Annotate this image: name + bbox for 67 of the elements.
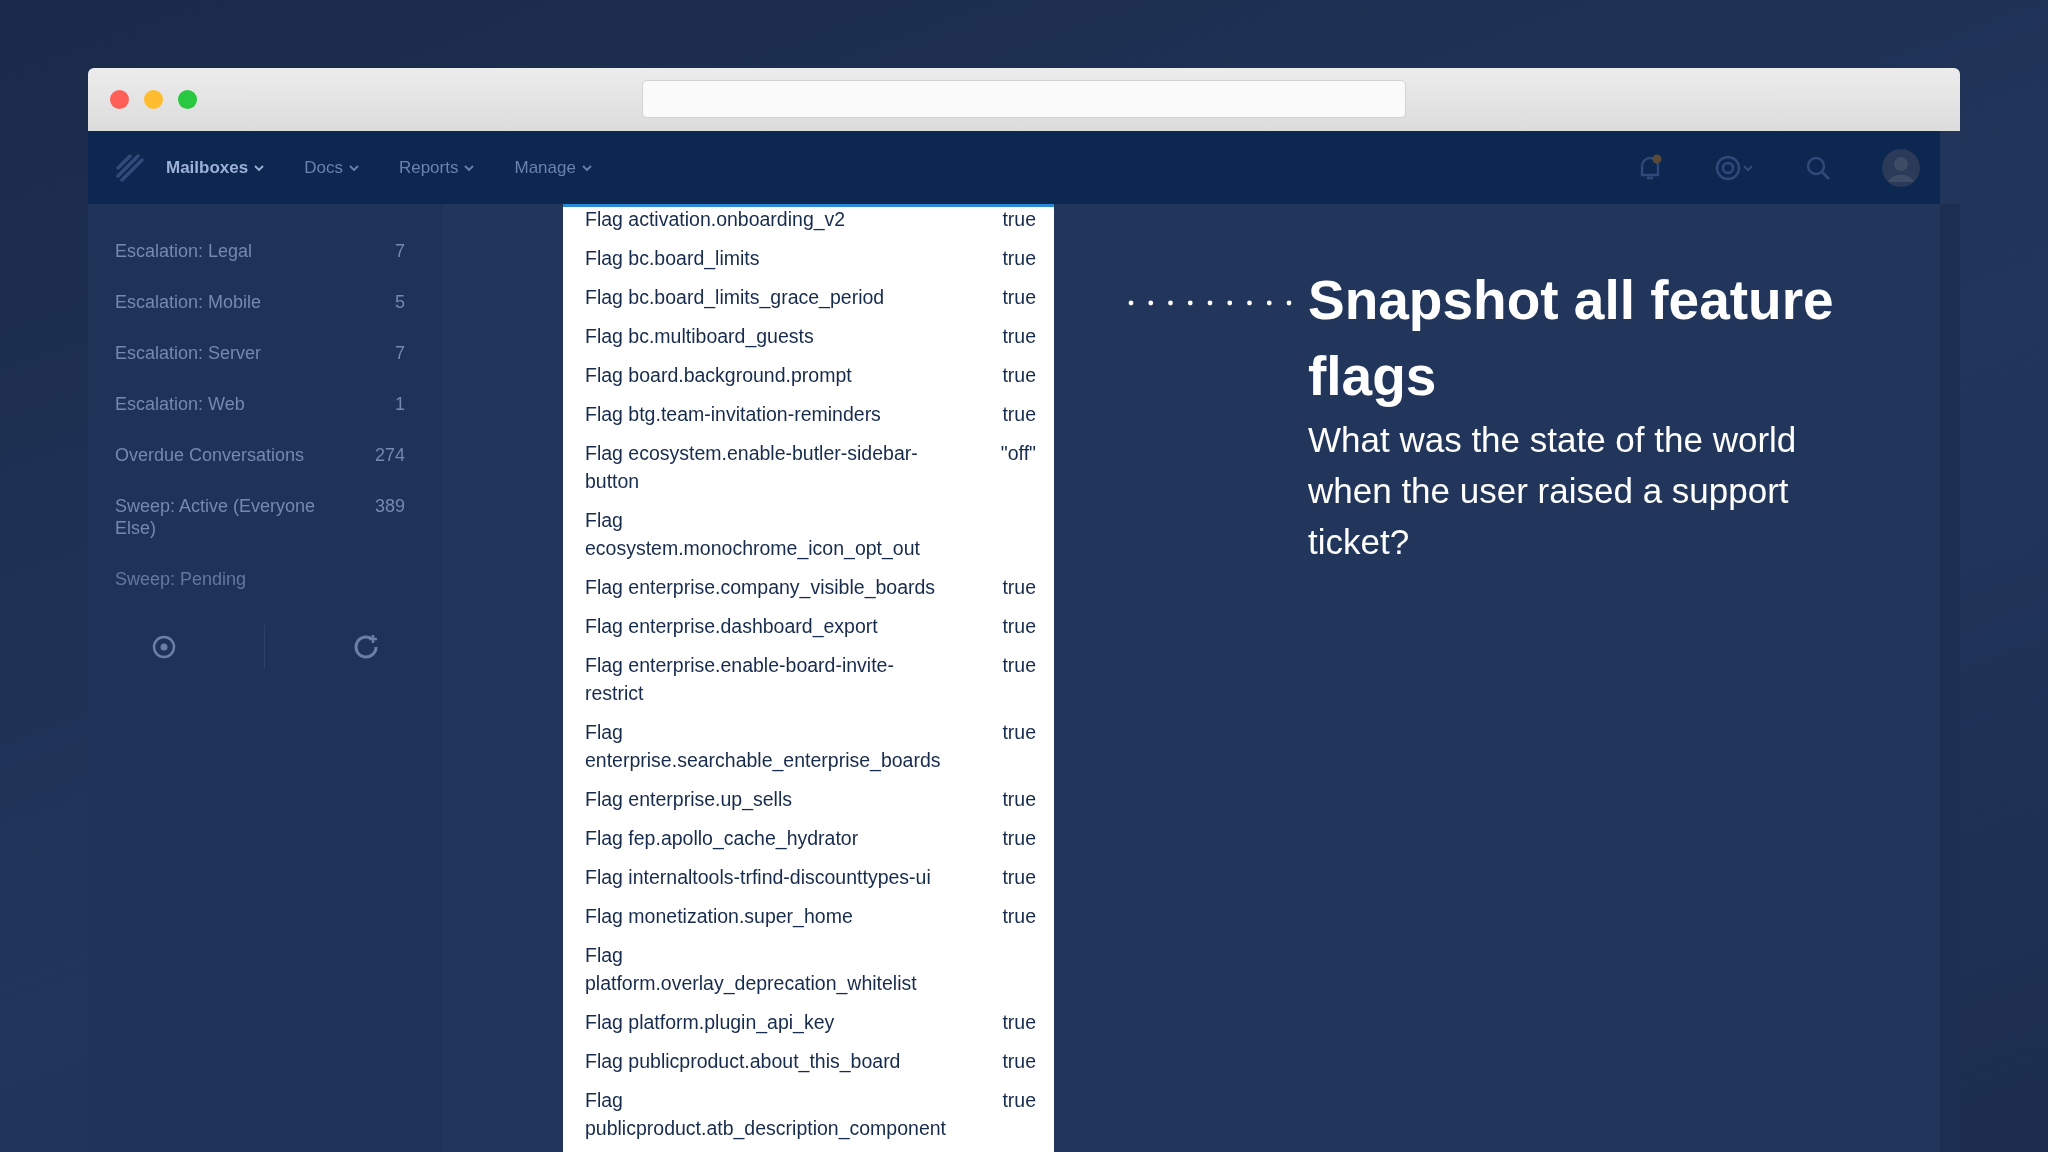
address-bar[interactable] [642, 80, 1406, 118]
mailbox-label[interactable]: Escalation: Mobile [115, 291, 262, 313]
mailbox-label[interactable]: Escalation: Server [115, 342, 262, 364]
mailbox-label[interactable]: Overdue Conversations [115, 444, 305, 466]
minimize-button[interactable] [144, 90, 163, 109]
nav-menu[interactable]: Reports [398, 153, 475, 182]
flag-name: Flag btg.team-invitation-reminders [585, 401, 882, 427]
flag-name: Flag bc.board_limits_grace_period [585, 284, 886, 311]
flag-value: true [1002, 323, 1036, 349]
compose-icon[interactable] [351, 633, 380, 661]
flag-name: Flag enterprise.up_sells [585, 786, 794, 813]
nav-menu[interactable]: Docs [304, 153, 359, 182]
flag-value: true [1002, 206, 1036, 232]
zoom-button[interactable] [178, 90, 197, 109]
flag-name: Flag internaltools-trfind-discounttypes-ui [585, 864, 932, 890]
flag-value: true [1002, 613, 1036, 639]
flag-value: true [1002, 1087, 1036, 1113]
flag-name: Flag enterprise.dashboard_export [585, 613, 879, 640]
mailbox-label[interactable]: Sweep: Active (Everyone Else) [115, 495, 335, 539]
mailbox-label[interactable]: Escalation: Web [115, 393, 245, 415]
flag-value: true [1002, 245, 1036, 271]
avatar-icon[interactable] [1882, 148, 1920, 187]
flag-value: true [1002, 362, 1036, 388]
flag-name: Flag publicproduct.about_this_board [585, 1048, 902, 1075]
mailbox-count: 1 [395, 393, 405, 415]
chevron-down-icon [581, 163, 592, 172]
mailbox-count: 389 [374, 495, 405, 518]
flag-name: Flag ecosystem.enable-butler-sidebar-button [585, 440, 919, 494]
flag-name: Flag enterprise.searchable_enterprise_boards [585, 719, 942, 774]
flag-name: Flag platform.overlay_deprecation_whitelist [585, 942, 918, 997]
chevron-down-icon [464, 163, 475, 172]
flag-value: true [1002, 284, 1036, 310]
flag-value: true [1002, 719, 1036, 745]
callout-text: What was the state of the world when the user raised a support ticket? [1308, 419, 1798, 563]
nav-menu[interactable]: Manage [514, 153, 592, 182]
flag-name: Flag enterprise.company_visible_boards [585, 574, 937, 601]
mailbox-count: 7 [395, 342, 405, 364]
flag-name: Flag fep.apollo_cache_hydrator [585, 825, 860, 852]
flag-value: true [1002, 786, 1036, 812]
callout-title: Snapshot all feature flags [1308, 268, 1835, 409]
flag-name: Flag bc.board_limits [585, 245, 761, 272]
logo-icon[interactable] [116, 153, 144, 182]
nav-menu[interactable]: Mailboxes [166, 153, 265, 182]
mailbox-label[interactable]: Sweep: Pending [115, 568, 247, 590]
mailbox-label[interactable]: Escalation: Legal [115, 240, 253, 262]
mailbox-count: 7 [395, 240, 405, 262]
flag-value: true [1002, 652, 1036, 678]
flag-value: "off" [1000, 440, 1036, 466]
flag-value: true [1002, 1048, 1036, 1074]
flag-name: Flag monetization.super_home [585, 903, 854, 930]
flag-name: Flag activation.onboarding_v2 [585, 206, 847, 233]
flag-name: Flag board.background.prompt [585, 362, 853, 388]
chevron-down-icon [348, 163, 359, 172]
flag-name: Flag enterprise.enable-board-invite-restrict [585, 652, 895, 706]
flag-name: Flag bc.multiboard_guests [585, 323, 815, 350]
flag-name: Flag platform.plugin_api_key [585, 1009, 836, 1036]
flag-value: true [1002, 401, 1036, 427]
close-button[interactable] [110, 90, 129, 109]
flag-value: true [1002, 864, 1036, 890]
mailbox-count: 274 [374, 444, 405, 466]
chevron-down-icon [254, 163, 265, 172]
flag-value: true [1002, 903, 1036, 929]
mailbox-count: 5 [395, 291, 405, 313]
flag-value: true [1002, 1009, 1036, 1035]
flag-value: true [1002, 574, 1036, 600]
flag-name: Flag ecosystem.monochrome_icon_opt_out [585, 507, 921, 562]
flag-value: true [1002, 825, 1036, 851]
